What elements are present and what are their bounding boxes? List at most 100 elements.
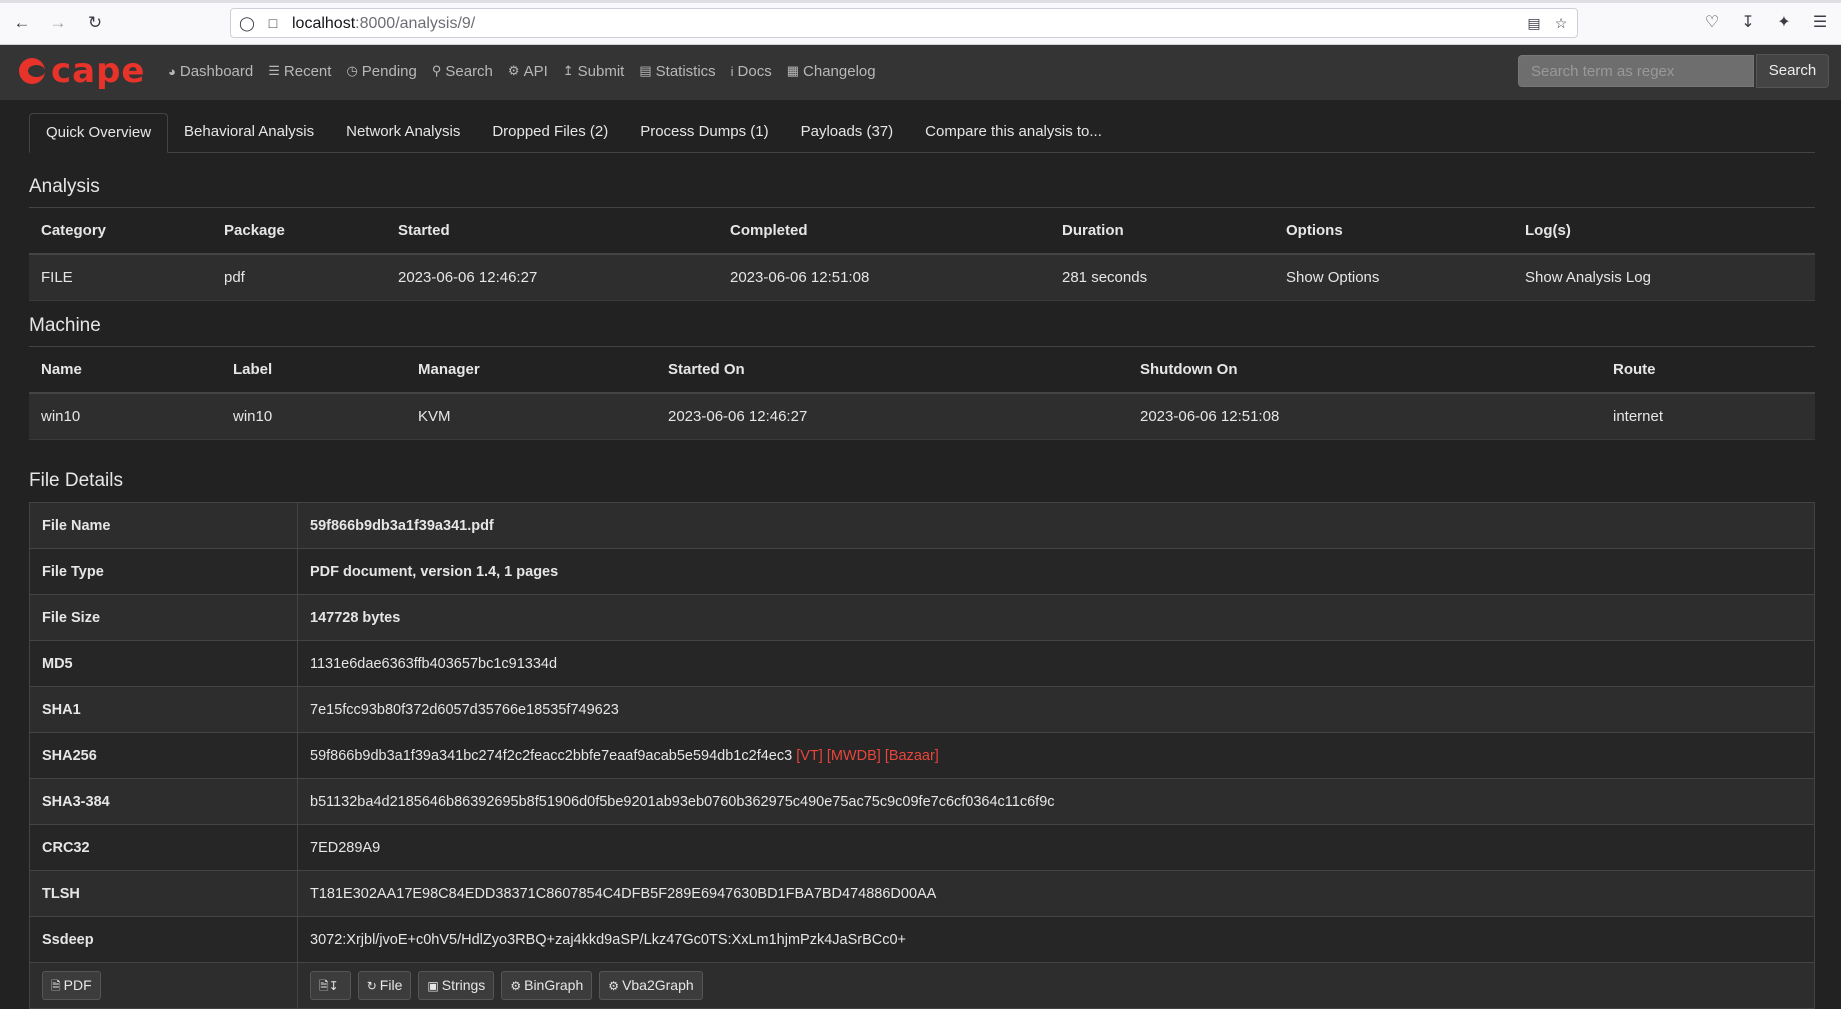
bingraph-button-label: BinGraph <box>524 977 584 993</box>
file-size-value: 147728 bytes <box>297 594 1815 641</box>
url-path: :8000/analysis/9/ <box>355 15 476 32</box>
sha256-value: 59f866b9db3a1f39a341bc274f2c2feacc2bbfe7… <box>310 747 793 764</box>
detail-key: TLSH <box>29 870 298 917</box>
app-navbar: cape ◕ Dashboard ☰ Recent ◷ Pending ⚲ Search… <box>0 45 1841 100</box>
clock-icon: ◷ <box>346 63 358 78</box>
started-on-cell: 2023-06-06 12:46:27 <box>656 393 1128 440</box>
duration-cell: 281 seconds <box>1050 254 1274 301</box>
tab-network-analysis[interactable]: Network Analysis <box>330 113 476 152</box>
nav-recent[interactable]: ☰ Recent <box>268 63 331 80</box>
pdf-button[interactable]: 🗎 PDF <box>42 971 101 1000</box>
analysis-table: Category Package Started Completed Durat… <box>29 207 1815 301</box>
gears-icon: ⚙ <box>608 979 620 993</box>
tab-dropped-files[interactable]: Dropped Files (2) <box>476 113 624 152</box>
nav-search[interactable]: ⚲ Search <box>432 63 493 80</box>
mwdb-link[interactable]: [MWDB] <box>827 748 881 764</box>
column-header: Label <box>221 346 406 394</box>
back-icon[interactable]: ← <box>10 11 34 35</box>
pocket-icon[interactable]: ♡ <box>1700 11 1724 35</box>
nav-dashboard[interactable]: ◕ Dashboard <box>168 63 253 80</box>
tab-process-dumps[interactable]: Process Dumps (1) <box>624 113 784 152</box>
vba2graph-button[interactable]: ⚙ Vba2Graph <box>599 971 703 1000</box>
nav-label: Pending <box>361 62 417 80</box>
detail-actions-left: 🗎 PDF <box>29 962 298 1009</box>
shield-icon[interactable]: ◯ <box>237 13 257 33</box>
table-row: MD5 1131e6dae6363ffb403657bc1c91334d <box>29 640 1815 687</box>
tab-behavioral-analysis[interactable]: Behavioral Analysis <box>168 113 330 152</box>
table-row: TLSH T181E302AA17E98C84EDD38371C8607854C… <box>29 870 1815 917</box>
column-header: Category <box>29 207 212 255</box>
search-icon: ⚲ <box>431 63 442 78</box>
search-input[interactable] <box>1518 55 1754 87</box>
cape-logo[interactable]: cape <box>19 51 146 91</box>
nav-label: Recent <box>283 62 332 80</box>
file-details-title: File Details <box>29 470 123 491</box>
nav-docs[interactable]: i Docs <box>731 63 772 80</box>
detail-actions: 🗎↧ ↻ File ▣ Strings ⚙ BinGraph ⚙ Vba2Graph <box>297 962 1815 1009</box>
analysis-tabs: Quick Overview Behavioral Analysis Netwo… <box>29 113 1815 153</box>
table-row: SHA3-384 b51132ba4d2185646b86392695b8f51… <box>29 778 1815 825</box>
dashboard-icon: ◕ <box>168 63 176 79</box>
url-text[interactable]: localhost:8000/analysis/9/ <box>292 15 475 33</box>
bazaar-link[interactable]: [Bazaar] <box>885 748 939 764</box>
detail-key: File Size <box>29 594 298 641</box>
started-cell: 2023-06-06 12:46:27 <box>386 254 718 301</box>
bookmark-star-icon[interactable]: ☆ <box>1551 13 1571 33</box>
machine-label-cell: win10 <box>221 393 406 440</box>
extensions-icon[interactable]: ✦ <box>1772 11 1796 35</box>
vt-link[interactable]: [VT] <box>796 748 823 764</box>
ssdeep-value: 3072:Xrjbl/jvoE+c0hV5/HdlZyo3RBQ+zaj4kkd… <box>297 916 1815 963</box>
sha256-cell: 59f866b9db3a1f39a341bc274f2c2feacc2bbfe7… <box>297 732 1815 779</box>
analysis-title: Analysis <box>29 176 100 197</box>
download-icon[interactable]: ↧ <box>1736 11 1760 35</box>
show-analysis-log-link[interactable]: Show Analysis Log <box>1513 254 1815 301</box>
sha3-384-value: b51132ba4d2185646b86392695b8f51906d0f5be… <box>297 778 1815 825</box>
file-details-table: File Name 59f866b9db3a1f39a341.pdf File … <box>29 502 1815 1009</box>
page-info-icon[interactable]: □ <box>263 13 283 33</box>
nav-api[interactable]: ⚙ API <box>508 63 548 80</box>
file-button[interactable]: ↻ File <box>357 971 412 1000</box>
file-name-value: 59f866b9db3a1f39a341.pdf <box>297 502 1815 549</box>
tab-compare[interactable]: Compare this analysis to... <box>909 113 1118 152</box>
show-options-link[interactable]: Show Options <box>1274 254 1513 301</box>
column-header: Manager <box>406 346 656 394</box>
nav-statistics[interactable]: ▤ Statistics <box>639 63 715 80</box>
pdf-button-label: PDF <box>63 977 92 993</box>
tab-quick-overview[interactable]: Quick Overview <box>29 113 169 153</box>
search-button[interactable]: Search <box>1756 54 1829 88</box>
reload-icon[interactable]: ↻ <box>83 11 107 35</box>
column-header: Shutdown On <box>1128 346 1601 394</box>
bingraph-button[interactable]: ⚙ BinGraph <box>501 971 593 1000</box>
nav-changelog[interactable]: ▦ Changelog <box>787 63 876 80</box>
column-header: Started On <box>656 346 1128 394</box>
info-icon: i <box>730 63 734 79</box>
shutdown-on-cell: 2023-06-06 12:51:08 <box>1128 393 1601 440</box>
nav-label: Search <box>445 62 493 80</box>
table-row: win10 win10 KVM 2023-06-06 12:46:27 2023… <box>29 393 1815 440</box>
url-bar[interactable]: ◯ □ localhost:8000/analysis/9/ ▤ ☆ <box>230 8 1578 38</box>
nav-submit[interactable]: ↥ Submit <box>563 63 625 80</box>
forward-icon[interactable]: → <box>46 11 70 35</box>
file-type-value: PDF document, version 1.4, 1 pages <box>297 548 1815 595</box>
file-download-icon: 🗎↧ <box>319 979 339 993</box>
reader-view-icon[interactable]: ▤ <box>1524 13 1544 33</box>
detail-key: MD5 <box>29 640 298 687</box>
nav-label: Docs <box>737 62 772 80</box>
tab-payloads[interactable]: Payloads (37) <box>785 113 910 152</box>
file-button-label: File <box>379 977 403 993</box>
table-header-row: Category Package Started Completed Durat… <box>29 207 1815 255</box>
menu-icon[interactable]: ☰ <box>1808 11 1832 35</box>
hdd-icon: ▣ <box>427 979 439 993</box>
machine-manager-cell: KVM <box>406 393 656 440</box>
column-header: Completed <box>718 207 1050 255</box>
table-row: 🗎 PDF 🗎↧ ↻ File ▣ Strings ⚙ BinGraph ⚙ Vba2Gr… <box>29 962 1815 1009</box>
category-cell: FILE <box>29 254 212 301</box>
completed-cell: 2023-06-06 12:51:08 <box>718 254 1050 301</box>
detail-key: File Name <box>29 502 298 549</box>
route-cell: internet <box>1601 393 1815 440</box>
download-file-button[interactable]: 🗎↧ <box>310 971 351 1000</box>
strings-button[interactable]: ▣ Strings <box>418 971 495 1000</box>
gears-icon: ⚙ <box>510 979 522 993</box>
nav-pending[interactable]: ◷ Pending <box>346 63 416 80</box>
column-header: Options <box>1274 207 1513 255</box>
